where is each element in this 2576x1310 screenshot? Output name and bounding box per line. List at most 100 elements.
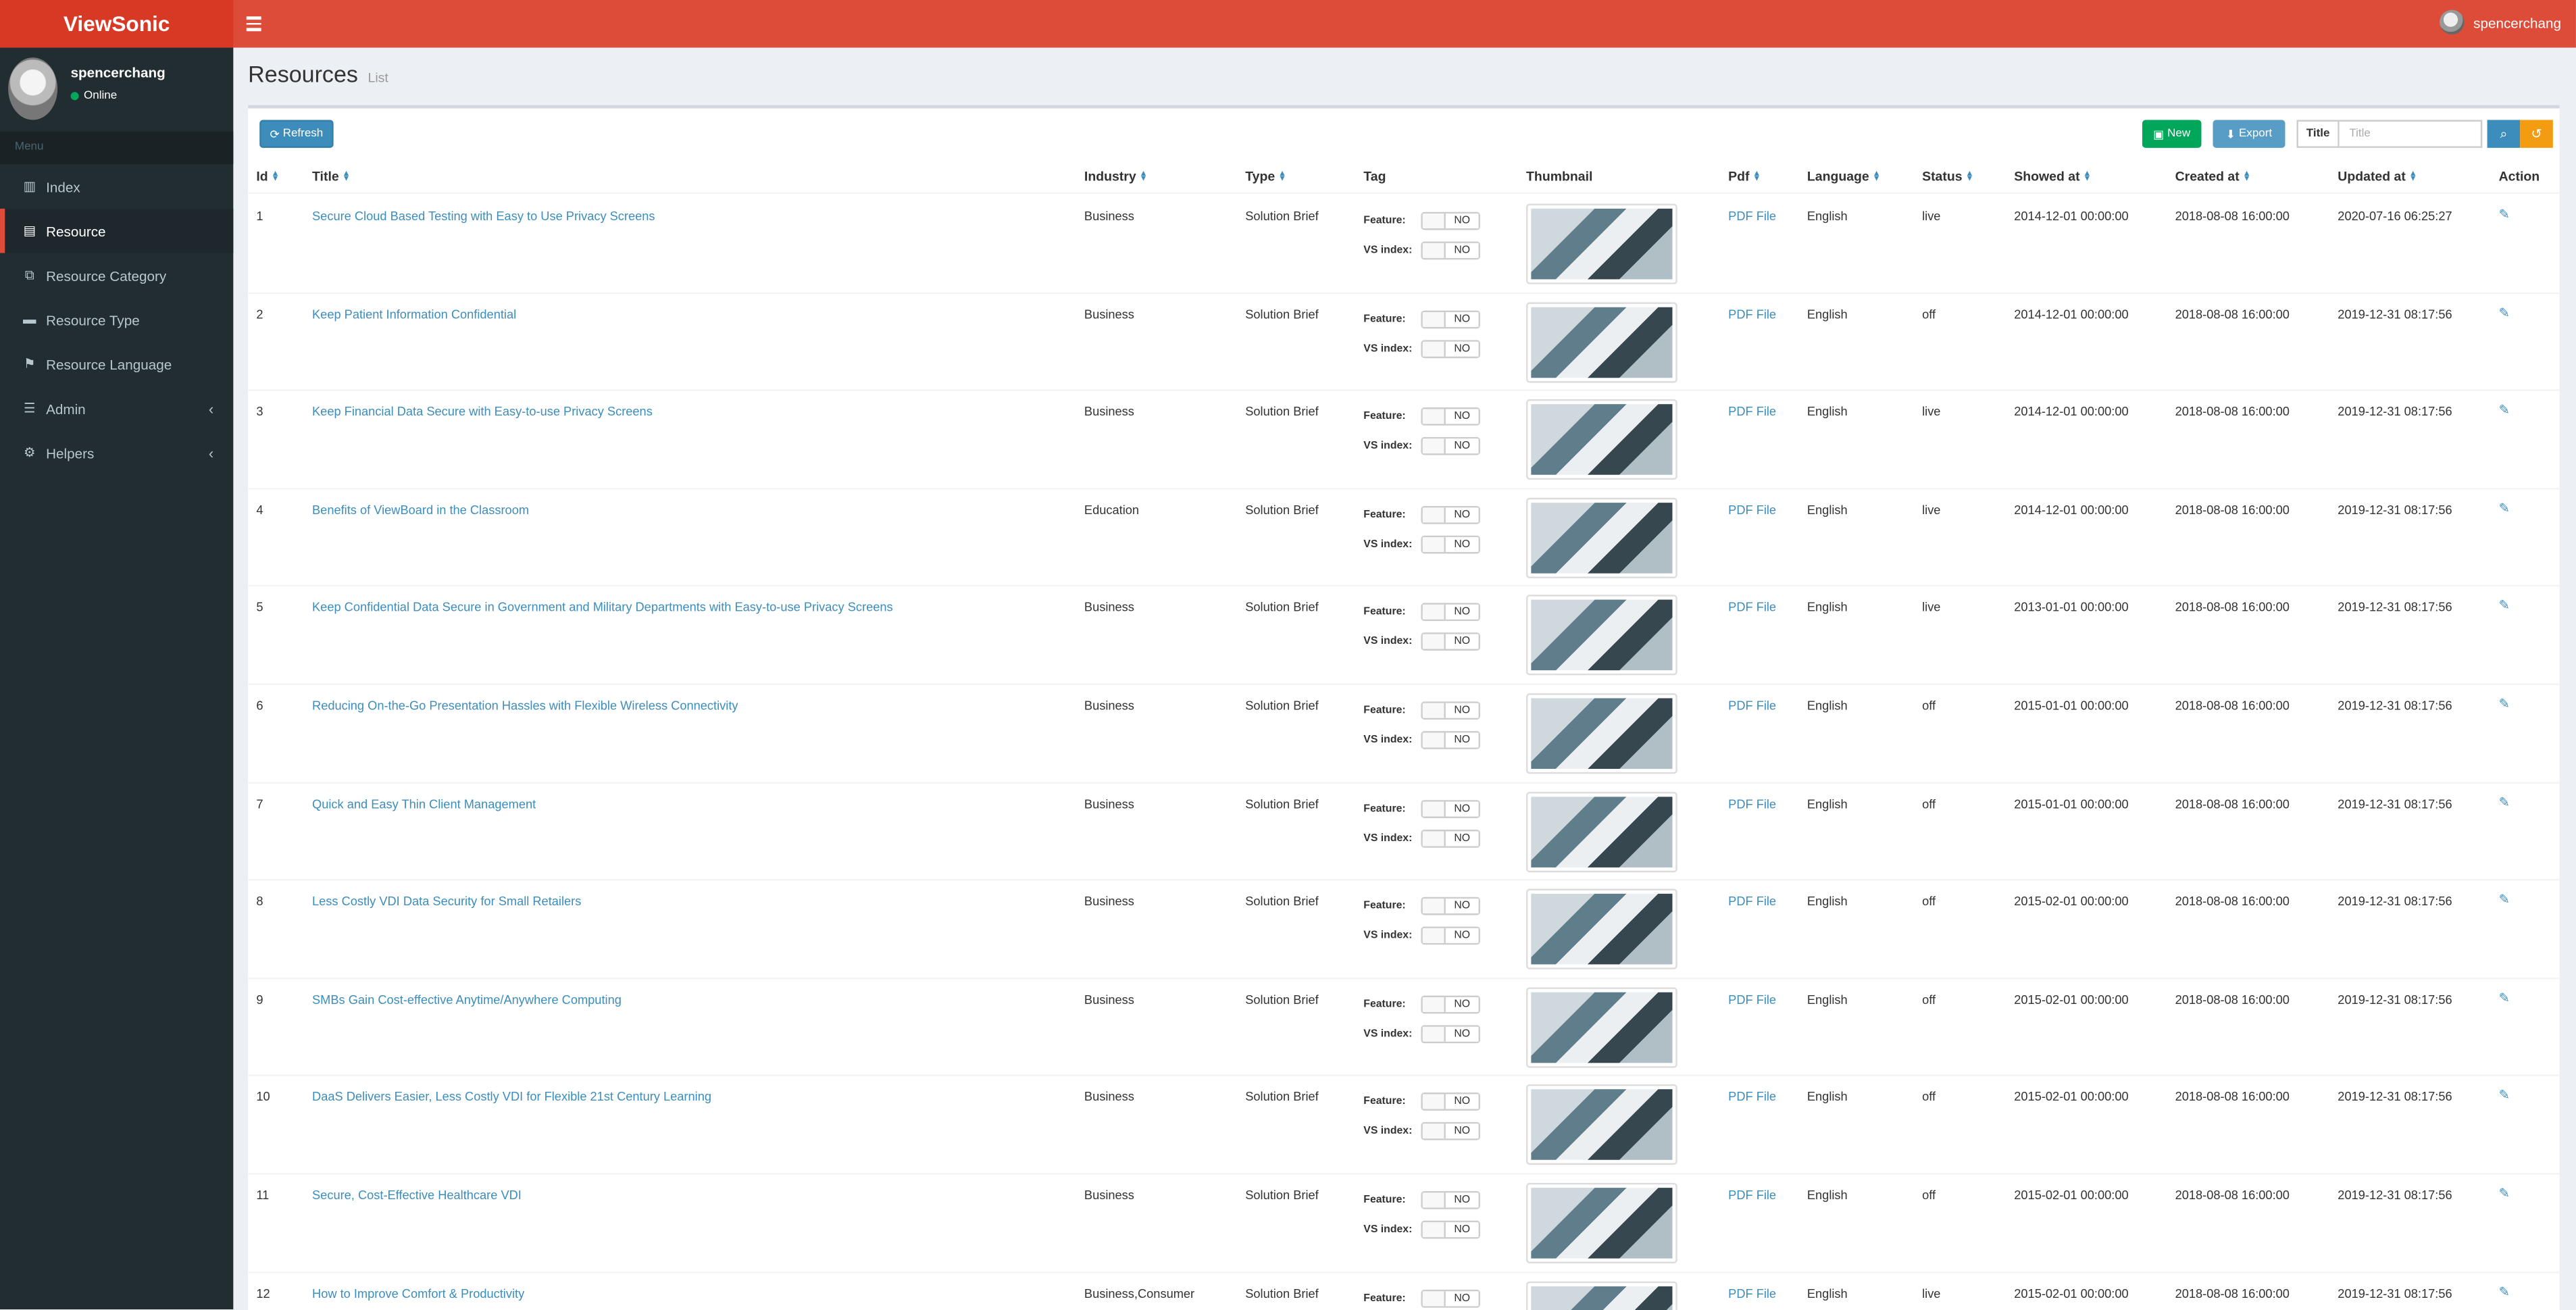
toggle-knob	[1422, 1094, 1446, 1110]
feature-toggle[interactable]: NO	[1421, 1288, 1480, 1307]
feature-toggle[interactable]: NO	[1421, 1190, 1480, 1209]
feature-toggle[interactable]: NO	[1421, 603, 1480, 622]
feature-toggle[interactable]: NO	[1421, 995, 1480, 1013]
feature-toggle[interactable]: NO	[1421, 1092, 1480, 1111]
sidebar-item-resource-type[interactable]: ▬ Resource Type	[0, 297, 233, 342]
edit-icon[interactable]: ✎	[2499, 305, 2510, 320]
sidebar-item-index[interactable]: ▥ Index	[0, 164, 233, 209]
feature-toggle[interactable]: NO	[1421, 407, 1480, 426]
search-button[interactable]: ⌕	[2487, 120, 2521, 148]
cell-industry: Business	[1084, 600, 1134, 615]
edit-icon[interactable]: ✎	[2499, 403, 2510, 418]
column-header-title[interactable]: Title ▲ ▼	[312, 169, 351, 184]
column-header-status[interactable]: Status ▲ ▼	[1922, 169, 1973, 184]
edit-icon[interactable]: ✎	[2499, 501, 2510, 515]
title-link[interactable]: Keep Confidential Data Secure in Governm…	[312, 600, 893, 615]
vs-index-toggle[interactable]: NO	[1421, 339, 1480, 358]
column-header-id[interactable]: Id ▲ ▼	[256, 169, 279, 184]
toggle-value: NO	[1445, 311, 1479, 326]
column-header-pdf[interactable]: Pdf ▲ ▼	[1728, 169, 1761, 184]
column-header-created-at[interactable]: Created at ▲ ▼	[2175, 169, 2251, 184]
pdf-link[interactable]: PDF File	[1728, 992, 1776, 1007]
column-header-type[interactable]: Type ▲ ▼	[1245, 169, 1286, 184]
reset-button[interactable]: ↺	[2520, 120, 2553, 148]
pdf-link[interactable]: PDF File	[1728, 405, 1776, 420]
title-link[interactable]: Keep Financial Data Secure with Easy-to-…	[312, 405, 653, 420]
vs-index-toggle[interactable]: NO	[1421, 633, 1480, 651]
feature-toggle[interactable]: NO	[1421, 505, 1480, 524]
table-header: Id ▲ ▼ Title ▲ ▼ Industry ▲ ▼ Type ▲ ▼ Tag Thumbnail P…	[248, 166, 2560, 194]
vs-index-toggle[interactable]: NO	[1421, 1122, 1480, 1141]
title-link[interactable]: Reducing On-the-Go Presentation Hassles …	[312, 698, 738, 713]
table-row: 12 How to Improve Comfort & Productivity B…	[248, 1272, 2559, 1310]
sidebar-toggle-icon[interactable]	[246, 13, 261, 34]
cell-language: English	[1807, 208, 1848, 224]
title-link[interactable]: Keep Patient Information Confidential	[312, 307, 516, 322]
edit-icon[interactable]: ✎	[2499, 1186, 2510, 1201]
title-link[interactable]: Secure Cloud Based Testing with Easy to …	[312, 209, 655, 224]
logo[interactable]: ViewSonic	[0, 0, 234, 48]
user-menu[interactable]: spencerchang	[2439, 9, 2562, 35]
feature-toggle[interactable]: NO	[1421, 701, 1480, 720]
title-link[interactable]: SMBs Gain Cost-effective Anytime/Anywher…	[312, 992, 622, 1007]
new-button[interactable]: ▣ New	[2142, 120, 2202, 148]
edit-icon[interactable]: ✎	[2499, 207, 2510, 222]
vs-index-toggle[interactable]: NO	[1421, 241, 1480, 260]
sidebar-item-resource[interactable]: ▤ Resource	[0, 208, 234, 253]
cell-status: off	[1922, 306, 1936, 322]
sidebar-item-admin[interactable]: ☰ Admin ‹	[0, 386, 233, 430]
title-link[interactable]: Quick and Easy Thin Client Management	[312, 796, 536, 811]
vs-index-toggle[interactable]: NO	[1421, 535, 1480, 553]
pdf-link[interactable]: PDF File	[1728, 1188, 1776, 1203]
vs-index-toggle[interactable]: NO	[1421, 1220, 1480, 1239]
column-header-updated-at[interactable]: Updated at ▲ ▼	[2338, 169, 2417, 184]
title-link[interactable]: Less Costly VDI Data Security for Small …	[312, 894, 581, 909]
title-link[interactable]: DaaS Delivers Easier, Less Costly VDI fo…	[312, 1090, 711, 1105]
pdf-link[interactable]: PDF File	[1728, 307, 1776, 322]
title-link[interactable]: Benefits of ViewBoard in the Classroom	[312, 503, 529, 518]
feature-toggle[interactable]: NO	[1421, 309, 1480, 328]
export-button[interactable]: ⬇ Export	[2213, 120, 2285, 148]
pdf-link[interactable]: PDF File	[1728, 796, 1776, 811]
tag-label: VS index:	[1363, 1028, 1413, 1040]
pdf-link[interactable]: PDF File	[1728, 894, 1776, 909]
pdf-link[interactable]: PDF File	[1728, 1090, 1776, 1105]
search-input[interactable]	[2339, 120, 2483, 148]
edit-icon[interactable]: ✎	[2499, 599, 2510, 613]
pdf-link[interactable]: PDF File	[1728, 600, 1776, 615]
vs-index-toggle[interactable]: NO	[1421, 1024, 1480, 1043]
feature-toggle[interactable]: NO	[1421, 897, 1480, 915]
user-name: spencerchang	[2473, 14, 2562, 30]
avatar	[2439, 9, 2464, 35]
pdf-link[interactable]: PDF File	[1728, 503, 1776, 518]
sidebar-item-resource-language[interactable]: ⚑ Resource Language	[0, 342, 233, 386]
edit-icon[interactable]: ✎	[2499, 892, 2510, 907]
edit-icon[interactable]: ✎	[2499, 1088, 2510, 1103]
sidebar-item-resource-category[interactable]: ⧉ Resource Category	[0, 253, 233, 297]
vs-index-toggle[interactable]: NO	[1421, 926, 1480, 945]
refresh-button[interactable]: ⟳ Refresh	[259, 120, 334, 148]
feature-toggle[interactable]: NO	[1421, 211, 1480, 230]
tag-vs-index: VS index: NO	[1363, 633, 1480, 651]
tag-vs-index: VS index: NO	[1363, 339, 1480, 358]
toggle-knob	[1422, 243, 1446, 258]
sidebar-item-helpers[interactable]: ⚙ Helpers ‹	[0, 430, 233, 475]
edit-icon[interactable]: ✎	[2499, 990, 2510, 1005]
column-header-label: Created at	[2175, 169, 2240, 184]
feature-toggle[interactable]: NO	[1421, 799, 1480, 817]
edit-icon[interactable]: ✎	[2499, 1284, 2510, 1299]
column-header-language[interactable]: Language ▲ ▼	[1807, 169, 1881, 184]
vs-index-toggle[interactable]: NO	[1421, 437, 1480, 456]
pdf-link[interactable]: PDF File	[1728, 209, 1776, 224]
vs-index-toggle[interactable]: NO	[1421, 828, 1480, 847]
pdf-link[interactable]: PDF File	[1728, 698, 1776, 713]
cell-showed-at: 2015-02-01 00:00:00	[2014, 1090, 2129, 1105]
title-link[interactable]: Secure, Cost-Effective Healthcare VDI	[312, 1188, 522, 1203]
vs-index-toggle[interactable]: NO	[1421, 731, 1480, 749]
column-header-showed-at[interactable]: Showed at ▲ ▼	[2014, 169, 2091, 184]
edit-icon[interactable]: ✎	[2499, 795, 2510, 809]
title-link[interactable]: How to Improve Comfort & Productivity	[312, 1286, 524, 1301]
pdf-link[interactable]: PDF File	[1728, 1286, 1776, 1301]
column-header-industry[interactable]: Industry ▲ ▼	[1084, 169, 1148, 184]
edit-icon[interactable]: ✎	[2499, 697, 2510, 711]
